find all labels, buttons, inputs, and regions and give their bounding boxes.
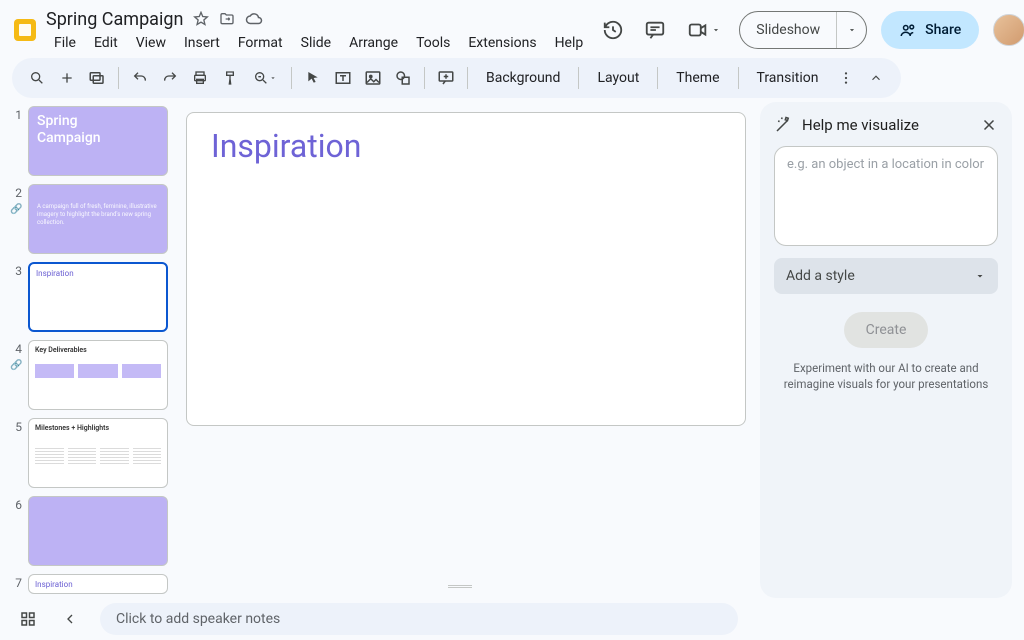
- style-dropdown[interactable]: Add a style: [774, 258, 998, 294]
- document-title[interactable]: Spring Campaign: [46, 9, 183, 30]
- slideshow-button[interactable]: Slideshow: [739, 11, 867, 49]
- share-label: Share: [925, 22, 961, 38]
- grid-view-icon[interactable]: [16, 607, 40, 631]
- menu-extensions[interactable]: Extensions: [460, 33, 544, 53]
- print-button[interactable]: [187, 65, 213, 91]
- side-panel-title: Help me visualize: [802, 116, 919, 134]
- slide-index: 7: [10, 574, 22, 594]
- slide-thumbnail-5[interactable]: Milestones + Highlights: [28, 418, 168, 488]
- menu-insert[interactable]: Insert: [176, 33, 228, 53]
- slide-thumbnail-2[interactable]: A campaign full of fresh, feminine, illu…: [28, 184, 168, 254]
- menu-bar: File Edit View Insert Format Slide Arran…: [46, 33, 591, 53]
- toolbar: Background Layout Theme Transition: [12, 58, 901, 98]
- select-tool[interactable]: [300, 65, 326, 91]
- shape-tool[interactable]: [390, 65, 416, 91]
- style-label: Add a style: [786, 268, 855, 284]
- slide-canvas[interactable]: Inspiration: [186, 112, 746, 426]
- app-logo[interactable]: [12, 14, 38, 46]
- share-button[interactable]: Share: [881, 11, 979, 49]
- slide-index: 1: [10, 106, 22, 176]
- slide-title-text[interactable]: Inspiration: [211, 127, 361, 165]
- header-bar: Spring Campaign File Edit View Insert Fo…: [0, 0, 1024, 54]
- people-icon: [899, 21, 917, 39]
- side-panel-hint: Experiment with our AI to create and rei…: [774, 360, 998, 392]
- link-icon: 🔗: [10, 204, 22, 215]
- magic-wand-icon: [774, 116, 792, 134]
- side-panel: Help me visualize e.g. an object in a lo…: [760, 102, 1012, 598]
- new-slide-layout-button[interactable]: [84, 65, 110, 91]
- slide-index: 6: [10, 496, 22, 566]
- slide-index: 3: [10, 262, 22, 332]
- slide-thumbnail-3[interactable]: Inspiration: [28, 262, 168, 332]
- close-icon[interactable]: [980, 116, 998, 134]
- speaker-notes-input[interactable]: Click to add speaker notes: [100, 603, 738, 635]
- image-tool[interactable]: [360, 65, 386, 91]
- filmstrip[interactable]: 1 SpringCampaign 2🔗 A campaign full of f…: [0, 98, 180, 598]
- slideshow-label: Slideshow: [740, 22, 836, 38]
- slide-index: 5: [10, 418, 22, 488]
- move-icon[interactable]: [219, 11, 235, 27]
- new-slide-button[interactable]: [54, 65, 80, 91]
- slide-thumbnail-7[interactable]: Inspiration: [28, 574, 168, 594]
- background-button[interactable]: Background: [476, 65, 570, 91]
- theme-button[interactable]: Theme: [666, 65, 729, 91]
- menu-help[interactable]: Help: [547, 33, 592, 53]
- account-avatar[interactable]: [993, 14, 1024, 46]
- slideshow-dropdown[interactable]: [836, 12, 866, 48]
- star-icon[interactable]: [193, 11, 209, 27]
- comments-icon[interactable]: [641, 16, 669, 44]
- menu-format[interactable]: Format: [230, 33, 291, 53]
- notes-resize-handle[interactable]: [448, 585, 472, 588]
- menu-tools[interactable]: Tools: [408, 33, 458, 53]
- menu-view[interactable]: View: [128, 33, 174, 53]
- slide-thumbnail-1[interactable]: SpringCampaign: [28, 106, 168, 176]
- create-button[interactable]: Create: [844, 312, 929, 348]
- comment-tool[interactable]: [433, 65, 459, 91]
- menu-arrange[interactable]: Arrange: [341, 33, 406, 53]
- slide-index: 4🔗: [10, 340, 22, 410]
- meet-icon[interactable]: [683, 16, 725, 44]
- layout-button[interactable]: Layout: [587, 65, 649, 91]
- slide-thumbnail-6[interactable]: [28, 496, 168, 566]
- header-right: Slideshow Share: [599, 11, 1024, 49]
- chevron-left-icon[interactable]: [58, 607, 82, 631]
- slide-thumbnail-4[interactable]: Key Deliverables: [28, 340, 168, 410]
- menu-edit[interactable]: Edit: [86, 33, 126, 53]
- paint-format-button[interactable]: [217, 65, 243, 91]
- menu-file[interactable]: File: [46, 33, 84, 53]
- bottom-bar: Click to add speaker notes: [0, 598, 1024, 640]
- cloud-status-icon[interactable]: [245, 10, 263, 28]
- menu-slide[interactable]: Slide: [293, 33, 339, 53]
- zoom-button[interactable]: [247, 65, 283, 91]
- undo-button[interactable]: [127, 65, 153, 91]
- main-area: 1 SpringCampaign 2🔗 A campaign full of f…: [0, 98, 1024, 598]
- chevron-down-icon: [974, 270, 986, 282]
- history-icon[interactable]: [599, 16, 627, 44]
- more-icon[interactable]: [833, 65, 859, 91]
- title-block: Spring Campaign File Edit View Insert Fo…: [46, 7, 591, 53]
- slide-index: 2🔗: [10, 184, 22, 254]
- search-icon[interactable]: [24, 65, 50, 91]
- link-icon: 🔗: [10, 360, 22, 371]
- collapse-toolbar-icon[interactable]: [863, 65, 889, 91]
- transition-button[interactable]: Transition: [747, 65, 829, 91]
- textbox-tool[interactable]: [330, 65, 356, 91]
- redo-button[interactable]: [157, 65, 183, 91]
- canvas-area: Inspiration: [180, 98, 760, 598]
- prompt-input[interactable]: e.g. an object in a location in color: [774, 146, 998, 246]
